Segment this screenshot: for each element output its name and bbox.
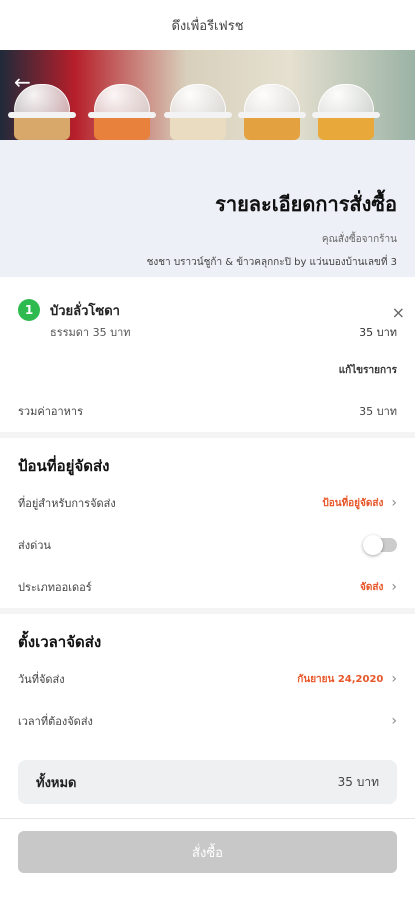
edit-item-link[interactable]: แก้ไขรายการ — [18, 363, 397, 378]
store-banner: ← — [0, 50, 415, 140]
express-toggle[interactable] — [363, 535, 397, 555]
drink-cup-image — [88, 84, 156, 140]
express-row: ส่งด่วน — [0, 524, 415, 566]
chevron-right-icon: › — [391, 579, 397, 595]
order-summary-header: รายละเอียดการสั่งซื้อ คุณสั่งซื้อจากร้าน… — [0, 140, 415, 277]
food-total-row: รวมค่าอาหาร 35 บาท — [0, 390, 415, 432]
close-icon[interactable]: × — [392, 303, 405, 322]
ordered-from-label: คุณสั่งซื้อจากร้าน — [321, 234, 397, 245]
item-name: บัวยลั่วโซดา — [50, 303, 120, 319]
footer-bar: สั่งซื้อ — [0, 818, 415, 900]
order-item-card: 1 บัวยลั่วโซดา × ธรรมดา 35 บาท 35 บาท แก… — [0, 277, 415, 432]
express-label: ส่งด่วน — [18, 539, 51, 552]
delivery-address-row[interactable]: ที่อยู่สำหรับการจัดส่ง ป้อนที่อยู่จัดส่ง… — [0, 482, 415, 524]
top-bar: ดึงเพื่อรีเฟรช — [0, 0, 415, 50]
delivery-address-value: ป้อนที่อยู่จัดส่ง — [322, 497, 384, 509]
delivery-time-row[interactable]: เวลาที่ต้องจัดส่ง › — [0, 700, 415, 742]
store-name: ชงชา บราวน์ชูก้า & ข้าวคลุกกะปิ by แว่นบ… — [146, 257, 397, 268]
chevron-right-icon: › — [391, 495, 397, 511]
quantity-badge: 1 — [18, 299, 40, 321]
food-total-value: 35 บาท — [359, 405, 397, 418]
total-section: ทั้งหมด 35 บาท — [0, 742, 415, 824]
delivery-address-label: ที่อยู่สำหรับการจัดส่ง — [18, 497, 116, 510]
order-type-label: ประเภทออเดอร์ — [18, 581, 92, 594]
total-label: ทั้งหมด — [36, 775, 77, 791]
item-price: 35 บาท — [359, 326, 397, 339]
order-item: 1 บัวยลั่วโซดา × ธรรมดา 35 บาท 35 บาท แก… — [0, 277, 415, 390]
delivery-date-row[interactable]: วันที่จัดส่ง กันยายน 24,2020 › — [0, 658, 415, 700]
total-value: 35 บาท — [337, 774, 379, 789]
pull-to-refresh-label: ดึงเพื่อรีเฟรช — [171, 18, 244, 34]
delivery-time-label: เวลาที่ต้องจัดส่ง — [18, 715, 93, 728]
delivery-date-label: วันที่จัดส่ง — [18, 673, 65, 686]
drink-cup-image — [8, 84, 76, 140]
item-option: ธรรมดา 35 บาท — [50, 326, 131, 339]
order-type-value: จัดส่ง — [360, 581, 384, 593]
schedule-section-title: ตั้งเวลาจัดส่ง — [0, 614, 415, 658]
order-type-row[interactable]: ประเภทออเดอร์ จัดส่ง › — [0, 566, 415, 608]
food-total-label: รวมค่าอาหาร — [18, 405, 83, 418]
chevron-right-icon: › — [391, 713, 397, 729]
chevron-right-icon: › — [391, 671, 397, 687]
drink-cup-image — [164, 84, 232, 140]
total-box: ทั้งหมด 35 บาท — [18, 760, 397, 804]
page-title: รายละเอียดการสั่งซื้อ — [215, 192, 397, 216]
drink-cup-image — [238, 84, 306, 140]
address-section-title: ป้อนที่อยู่จัดส่ง — [0, 438, 415, 482]
drink-cup-image — [312, 84, 380, 140]
place-order-button[interactable]: สั่งซื้อ — [18, 831, 397, 873]
delivery-date-value: กันยายน 24,2020 — [297, 673, 384, 685]
